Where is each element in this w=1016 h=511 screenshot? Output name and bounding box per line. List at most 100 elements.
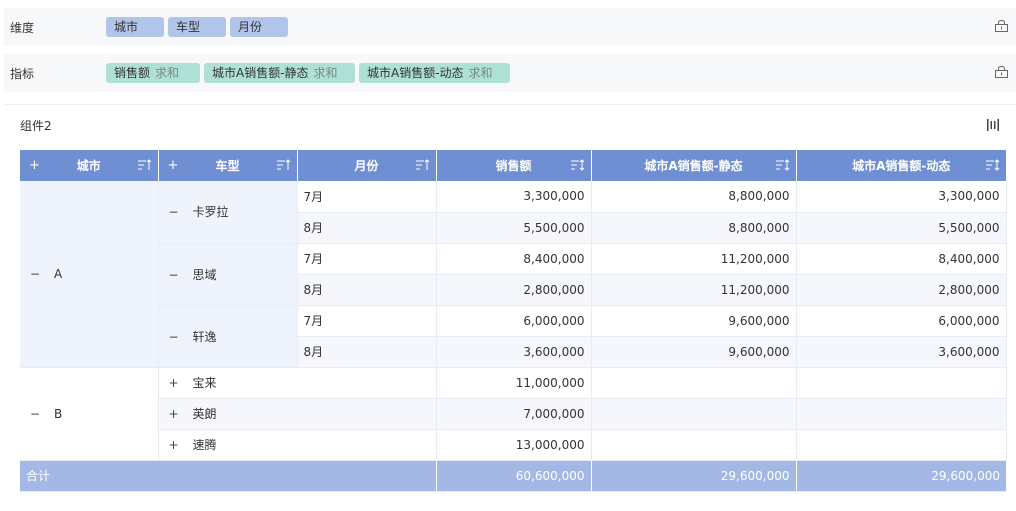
row-header-car[interactable]: − 思域 xyxy=(158,243,298,306)
lock-icon[interactable] xyxy=(995,66,1008,78)
static-cell: 9,600,000 xyxy=(591,336,797,368)
car-name: 卡罗拉 xyxy=(192,205,229,220)
sort-icon[interactable] xyxy=(276,159,291,171)
component-panel: 组件2 + 城市 + 车型 月份 销售额 城市A销售额-静态 城市A销售额-动态… xyxy=(4,104,1016,511)
static-cell xyxy=(591,429,797,461)
header-static[interactable]: 城市A销售额-静态 xyxy=(591,150,797,181)
column-layout-icon[interactable] xyxy=(986,119,1000,131)
pivot-table: + 城市 + 车型 月份 销售额 城市A销售额-静态 城市A销售额-动态 − A… xyxy=(20,150,1007,492)
table-header-row: + 城市 + 车型 月份 销售额 城市A销售额-静态 城市A销售额-动态 xyxy=(20,150,1006,181)
row-header-car[interactable]: − 卡罗拉 xyxy=(158,181,298,244)
metric-config-row: 指标 销售额 求和 城市A销售额-静态 求和 城市A销售额-动态 求和 xyxy=(4,54,1016,92)
car-name: 英朗 xyxy=(192,407,217,421)
metric-tag-agg: 求和 xyxy=(155,66,180,80)
table-row: − 思域 7月 8,400,000 11,200,000 8,400,000 xyxy=(20,243,1007,306)
metric-tags: 销售额 求和 城市A销售额-静态 求和 城市A销售额-动态 求和 xyxy=(106,63,510,83)
dynamic-cell xyxy=(796,367,1007,399)
header-label: 销售额 xyxy=(495,159,532,173)
month-cell: 8月 xyxy=(297,212,437,244)
sales-cell: 3,600,000 xyxy=(436,336,592,368)
header-sales[interactable]: 销售额 xyxy=(436,150,592,181)
sort-icon[interactable] xyxy=(137,159,152,171)
dynamic-cell: 2,800,000 xyxy=(796,274,1007,306)
sales-cell: 5,500,000 xyxy=(436,212,592,244)
sales-cell: 2,800,000 xyxy=(436,274,592,306)
city-name: B xyxy=(54,406,63,421)
static-cell: 11,200,000 xyxy=(591,243,797,275)
dimension-tag-car[interactable]: 车型 xyxy=(168,17,226,37)
metric-label: 指标 xyxy=(10,67,35,81)
row-header-car[interactable]: + 宝来 xyxy=(158,367,437,399)
month-cell: 8月 xyxy=(297,336,437,368)
sales-cell: 3,300,000 xyxy=(436,181,592,213)
dynamic-cell: 6,000,000 xyxy=(796,305,1007,337)
plus-icon[interactable]: + xyxy=(169,407,181,421)
table-row: − A − 卡罗拉 7月 3,300,000 8,800,000 3,300,000 xyxy=(20,181,1007,368)
metric-tag-name: 城市A销售额-静态 xyxy=(212,66,309,80)
month-cell: 7月 xyxy=(297,181,437,213)
table-row: − 轩逸 7月 6,000,000 9,600,000 6,000,000 xyxy=(20,305,1007,368)
dimension-config-row: 维度 城市 车型 月份 xyxy=(4,8,1016,46)
month-cell: 8月 xyxy=(297,274,437,306)
minus-icon[interactable]: − xyxy=(30,407,42,421)
car-name: 速腾 xyxy=(192,438,217,452)
dynamic-cell: 8,400,000 xyxy=(796,243,1007,275)
static-cell: 9,600,000 xyxy=(591,305,797,337)
total-label: 合计 xyxy=(20,460,437,492)
metric-tag-static[interactable]: 城市A销售额-静态 求和 xyxy=(204,63,355,83)
static-cell xyxy=(591,367,797,399)
plus-icon[interactable]: + xyxy=(169,376,181,390)
static-cell xyxy=(591,398,797,430)
table-row: − B + 宝来 11,000,000 xyxy=(20,367,1007,461)
header-label: 城市A销售额-静态 xyxy=(644,159,743,173)
sort-icon[interactable] xyxy=(986,159,1000,171)
metric-tag-sales[interactable]: 销售额 求和 xyxy=(106,63,200,83)
minus-icon[interactable]: − xyxy=(169,268,181,282)
city-name: A xyxy=(54,266,63,281)
header-city[interactable]: + 城市 xyxy=(20,150,159,181)
sort-icon[interactable] xyxy=(415,159,430,171)
row-header-car[interactable]: + 英朗 xyxy=(158,398,437,430)
plus-icon[interactable]: + xyxy=(29,158,40,173)
metric-tag-agg: 求和 xyxy=(468,66,493,80)
row-header-car[interactable]: − 轩逸 xyxy=(158,305,298,368)
total-dynamic: 29,600,000 xyxy=(796,460,1006,492)
dimension-tags: 城市 车型 月份 xyxy=(106,17,288,37)
car-name: 宝来 xyxy=(192,376,217,390)
dynamic-cell: 3,300,000 xyxy=(796,181,1007,213)
metric-tag-name: 销售额 xyxy=(114,66,151,80)
minus-icon[interactable]: − xyxy=(30,267,42,281)
row-header-city-a[interactable]: − A xyxy=(20,181,159,368)
table-row: + 英朗 7,000,000 xyxy=(20,398,1007,430)
dimension-label: 维度 xyxy=(10,21,35,35)
sort-icon[interactable] xyxy=(775,159,790,171)
minus-icon[interactable]: − xyxy=(169,205,181,219)
metric-tag-name: 城市A销售额-动态 xyxy=(367,66,464,80)
sales-cell: 7,000,000 xyxy=(436,398,592,430)
month-cell: 7月 xyxy=(297,305,437,337)
sales-cell: 8,400,000 xyxy=(436,243,592,275)
plus-icon[interactable]: + xyxy=(169,438,181,452)
total-static: 29,600,000 xyxy=(591,460,797,492)
sales-cell: 11,000,000 xyxy=(436,367,592,399)
header-month[interactable]: 月份 xyxy=(297,150,437,181)
sales-cell: 6,000,000 xyxy=(436,305,592,337)
car-name: 思域 xyxy=(192,267,217,282)
sort-icon[interactable] xyxy=(570,159,585,171)
total-sales: 60,600,000 xyxy=(436,460,592,492)
header-car[interactable]: + 车型 xyxy=(158,150,298,181)
minus-icon[interactable]: − xyxy=(169,330,181,344)
header-dynamic[interactable]: 城市A销售额-动态 xyxy=(796,150,1006,181)
metric-tag-dynamic[interactable]: 城市A销售额-动态 求和 xyxy=(359,63,510,83)
row-header-city-b[interactable]: − B xyxy=(20,367,159,461)
dimension-tag-month[interactable]: 月份 xyxy=(230,17,288,37)
car-name: 轩逸 xyxy=(192,329,217,344)
plus-icon[interactable]: + xyxy=(168,158,179,173)
dynamic-cell: 3,600,000 xyxy=(796,336,1007,368)
row-header-car[interactable]: + 速腾 xyxy=(158,429,437,461)
static-cell: 8,800,000 xyxy=(591,181,797,213)
metric-tag-agg: 求和 xyxy=(313,66,338,80)
dimension-tag-city[interactable]: 城市 xyxy=(106,17,164,37)
lock-icon[interactable] xyxy=(995,20,1008,32)
dynamic-cell: 5,500,000 xyxy=(796,212,1007,244)
